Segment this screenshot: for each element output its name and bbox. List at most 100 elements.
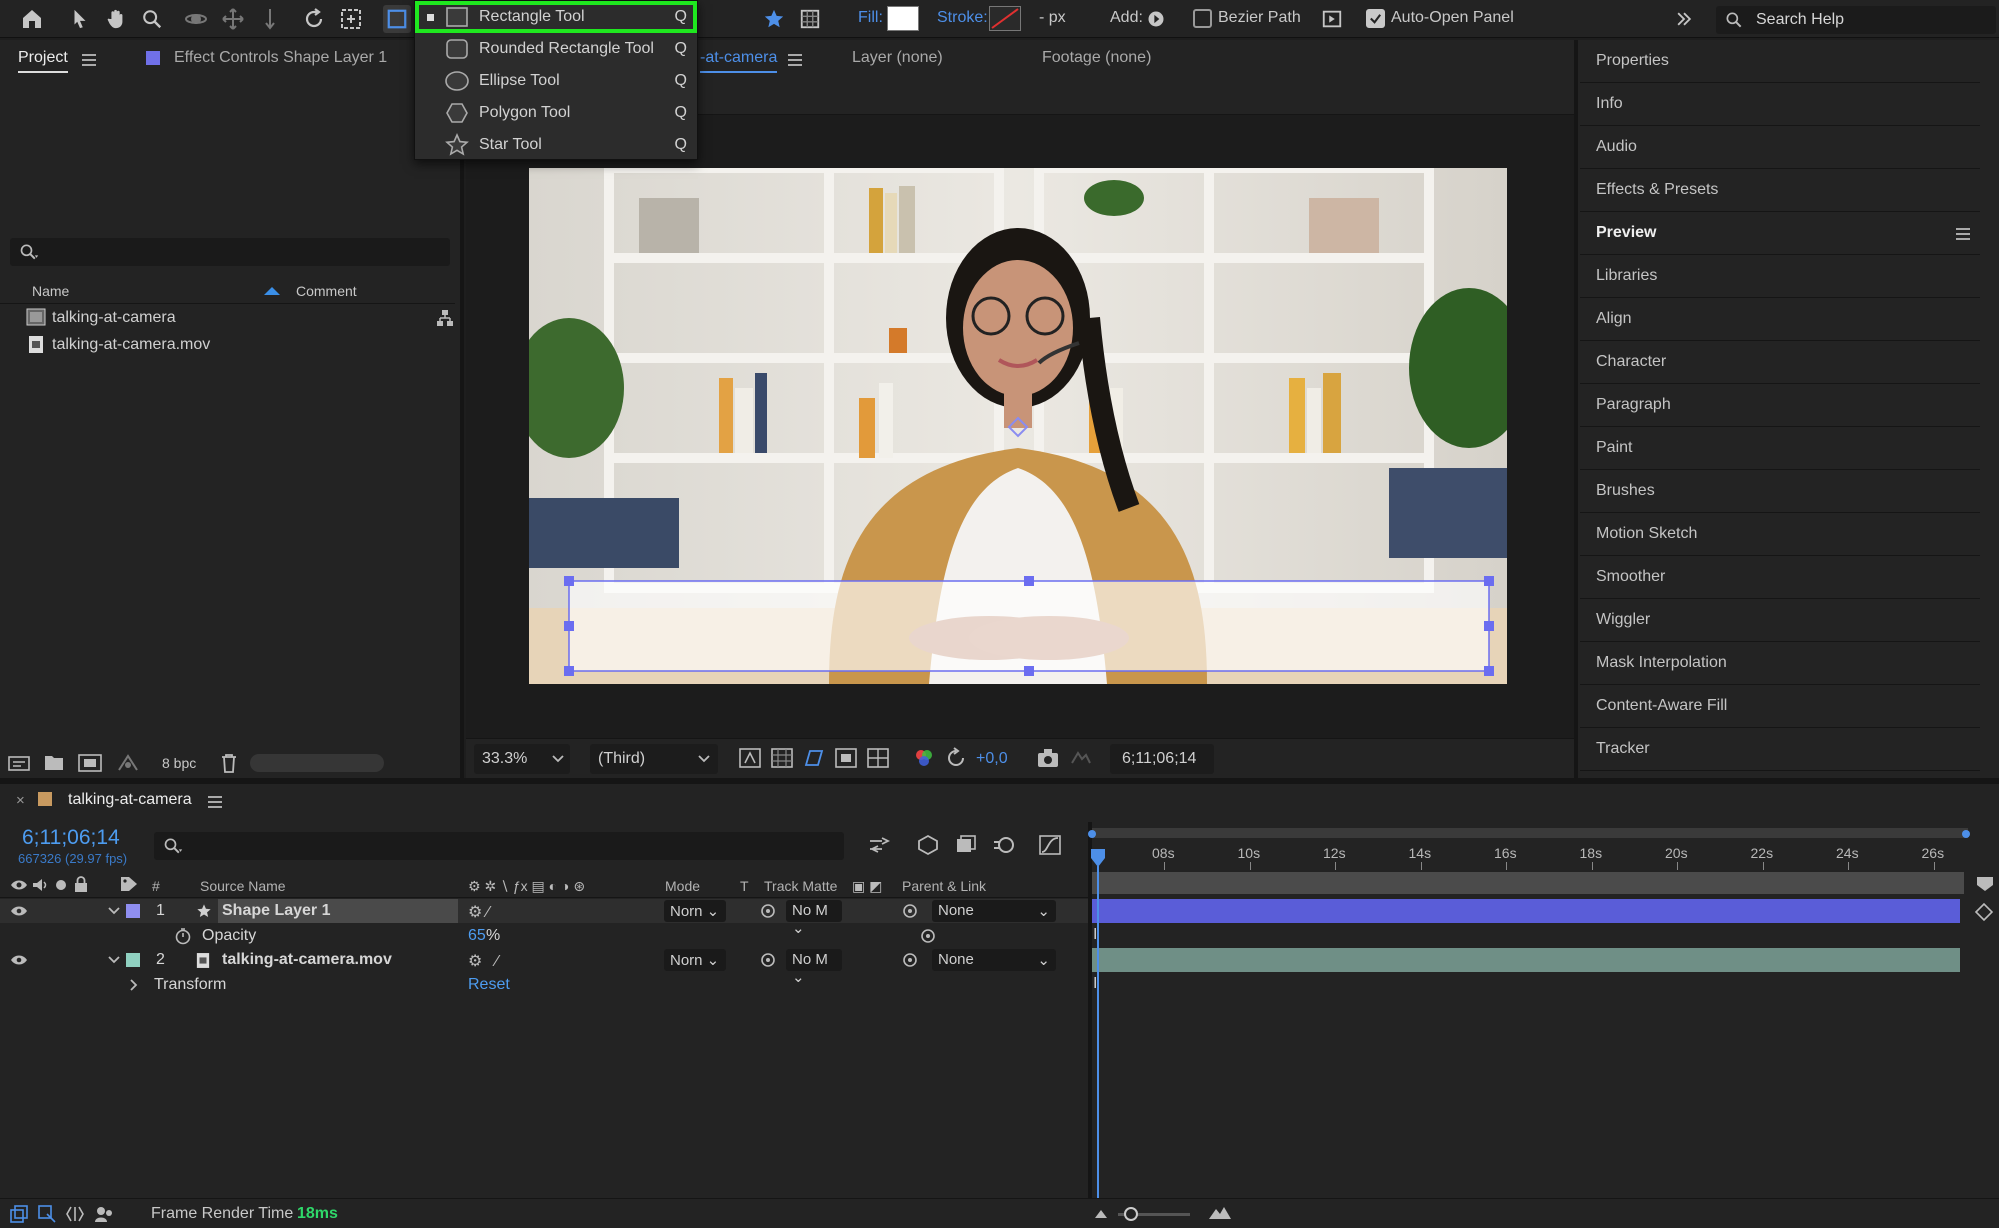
timeline-current-time[interactable]: 6;11;06;14 <box>22 826 120 850</box>
panel-libraries[interactable]: Libraries <box>1580 255 1980 298</box>
parent-select[interactable]: None ⌄ <box>932 949 1056 971</box>
fill-color-swatch[interactable] <box>887 6 919 31</box>
audio-icon[interactable] <box>32 878 48 892</box>
tab-footage[interactable]: Footage (none) <box>1042 49 1151 67</box>
trash-icon[interactable] <box>220 753 238 773</box>
new-composition-icon[interactable] <box>78 753 102 773</box>
panel-paragraph[interactable]: Paragraph <box>1580 384 1980 427</box>
flowchart-icon[interactable] <box>436 309 454 327</box>
column-parent-link[interactable]: Parent & Link <box>902 878 986 894</box>
playhead-icon[interactable] <box>1090 848 1106 868</box>
panel-wiggler[interactable]: Wiggler <box>1580 599 1980 642</box>
expand-chevron-down-icon[interactable] <box>108 956 120 964</box>
panel-content-aware-fill[interactable]: Content-Aware Fill <box>1580 685 1980 728</box>
matte-pickwhip-icon[interactable] <box>760 952 776 968</box>
new-folder-icon[interactable] <box>44 754 64 771</box>
chevron-double-right-icon[interactable] <box>1670 5 1698 33</box>
layer-mode-select[interactable]: Norn ⌄ <box>664 949 726 971</box>
layer-name-field[interactable]: Shape Layer 1 <box>218 899 458 923</box>
reset-link[interactable]: Reset <box>468 976 510 994</box>
panel-tracker[interactable]: Tracker <box>1580 728 1980 771</box>
graph-editor-icon[interactable] <box>1038 834 1062 856</box>
parent-select[interactable]: None ⌄ <box>932 900 1056 922</box>
shape-layer-options-icon[interactable] <box>1318 5 1346 33</box>
panel-character[interactable]: Character <box>1580 341 1980 384</box>
mask-visibility-icon[interactable] <box>802 747 826 769</box>
layer-mode-select[interactable]: Norn ⌄ <box>664 900 726 922</box>
layer-name[interactable]: talking-at-camera.mov <box>222 951 392 969</box>
bit-depth-button[interactable]: 8 bpc <box>162 755 196 771</box>
project-settings-icon[interactable] <box>116 753 140 773</box>
matte-pickwhip-icon[interactable] <box>760 903 776 919</box>
layer-bar-shape-layer-1[interactable] <box>1092 899 1960 923</box>
sort-ascending-icon[interactable] <box>264 286 280 295</box>
exposure-value[interactable]: +0,0 <box>976 750 1008 768</box>
track-matte-select[interactable]: No M ⌄ <box>786 900 842 937</box>
comp-mini-flowchart-icon[interactable] <box>868 834 892 856</box>
search-help-field[interactable]: Search Help <box>1716 6 1996 34</box>
composition-canvas[interactable] <box>529 168 1507 684</box>
transfer-controls-toggle-icon[interactable] <box>38 1205 56 1223</box>
lock-icon[interactable] <box>74 876 88 892</box>
tab-layer[interactable]: Layer (none) <box>852 49 943 67</box>
zoom-out-mountain-icon[interactable] <box>1094 1207 1108 1219</box>
menu-item-star-tool[interactable]: Star Tool Q <box>415 129 697 161</box>
panel-mask-interpolation[interactable]: Mask Interpolation <box>1580 642 1980 685</box>
layer-visibility-icon[interactable] <box>10 954 28 966</box>
layer-label-color[interactable] <box>126 953 140 967</box>
home-icon[interactable] <box>18 5 46 33</box>
expand-chevron-right-icon[interactable] <box>130 979 138 991</box>
tab-project[interactable]: Project <box>18 49 68 73</box>
column-track-matte[interactable]: Track Matte <box>764 878 837 894</box>
thumbnail-size-slider[interactable] <box>250 754 384 772</box>
expand-chevron-down-icon[interactable] <box>108 907 120 915</box>
layer-visibility-icon[interactable] <box>10 905 28 917</box>
zoom-tool-icon[interactable] <box>138 5 166 33</box>
preview-panel-menu-icon[interactable] <box>1956 228 1970 240</box>
project-search-input[interactable] <box>10 238 450 266</box>
interpret-footage-icon[interactable] <box>8 754 30 772</box>
parent-pickwhip-icon[interactable] <box>902 952 918 968</box>
panel-smoother[interactable]: Smoother <box>1580 556 1980 599</box>
pan-behind-icon[interactable] <box>337 5 365 33</box>
panel-paint[interactable]: Paint <box>1580 427 1980 470</box>
stroke-color-swatch[interactable] <box>989 6 1021 31</box>
auto-open-panel-checkbox[interactable] <box>1366 9 1385 28</box>
list-item[interactable]: talking-at-camera.mov <box>0 331 455 358</box>
layer-switch-icons[interactable]: ⚙ ∕ <box>468 951 498 971</box>
layer-label-color[interactable] <box>126 904 140 918</box>
fill-label[interactable]: Fill: <box>858 9 883 27</box>
solo-icon[interactable] <box>56 880 66 890</box>
stopwatch-icon[interactable] <box>174 927 192 945</box>
tab-timeline-composition[interactable]: talking-at-camera <box>68 791 192 809</box>
shape-tool-icon[interactable] <box>383 5 411 33</box>
fast-previews-icon[interactable] <box>738 747 762 769</box>
tab-effect-controls[interactable]: Effect Controls Shape Layer 1 <box>174 49 387 67</box>
timeline-search-input[interactable] <box>154 832 844 860</box>
timeline-panel-menu-icon[interactable] <box>208 796 222 808</box>
grid-guides-icon[interactable] <box>866 747 890 769</box>
column-mode[interactable]: Mode <box>665 878 700 894</box>
table-row[interactable]: 2 talking-at-camera.mov ⚙ ∕ Norn ⌄ No M … <box>0 948 1090 986</box>
project-panel-menu-icon[interactable] <box>82 54 96 66</box>
stroke-width-value[interactable]: - px <box>1039 9 1066 27</box>
transform-label[interactable]: Transform <box>154 976 226 994</box>
orbit-camera-icon[interactable] <box>182 5 210 33</box>
selection-tool-icon[interactable] <box>66 5 94 33</box>
render-time-toggle-icon[interactable] <box>94 1205 114 1223</box>
pan-camera-icon[interactable] <box>219 5 247 33</box>
work-area-start-handle[interactable] <box>1088 830 1096 838</box>
zoom-dropdown[interactable]: 33.3% <box>474 744 570 774</box>
work-area-end-handle[interactable] <box>1962 830 1970 838</box>
stroke-label[interactable]: Stroke: <box>937 9 988 27</box>
panel-align[interactable]: Align <box>1580 298 1980 341</box>
reset-exposure-icon[interactable] <box>944 747 968 769</box>
playhead-line[interactable] <box>1097 866 1099 1198</box>
motion-blur-icon[interactable] <box>992 834 1016 856</box>
region-of-interest-icon[interactable] <box>834 747 858 769</box>
video-visibility-icon[interactable] <box>10 878 28 892</box>
work-area-region[interactable] <box>1092 872 1964 894</box>
bezier-path-checkbox[interactable] <box>1193 9 1212 28</box>
layer-bar-talking-at-camera[interactable] <box>1092 948 1960 972</box>
menu-item-polygon-tool[interactable]: Polygon Tool Q <box>415 97 697 129</box>
